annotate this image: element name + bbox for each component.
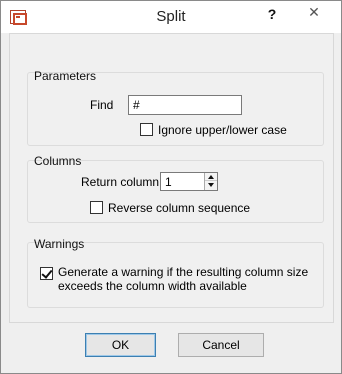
reverse-sequence-label[interactable]: Reverse column sequence <box>108 201 250 215</box>
warning-label-line1: Generate a warning if the resulting colu… <box>58 265 309 279</box>
split-dialog: Split ? ✕ Parameters Find # Ignore upper… <box>0 0 342 374</box>
reverse-sequence-checkbox[interactable] <box>90 201 103 214</box>
dialog-title: Split <box>156 8 186 25</box>
return-column-stepper[interactable]: 1 <box>160 172 218 191</box>
ignore-case-checkbox[interactable] <box>140 123 153 136</box>
return-column-label: Return column <box>81 175 160 189</box>
find-label: Find <box>90 98 114 112</box>
stepper-down-icon[interactable] <box>205 181 217 189</box>
find-input[interactable]: # <box>128 95 242 115</box>
warning-label[interactable]: Generate a warning if the resulting colu… <box>58 265 308 293</box>
warnings-group-label: Warnings <box>34 237 85 251</box>
close-button[interactable]: ✕ <box>291 2 337 22</box>
stepper-buttons <box>204 173 217 190</box>
return-column-value: 1 <box>165 175 172 189</box>
title-bar[interactable]: Split ? ✕ <box>1 1 341 33</box>
parameters-group-label: Parameters <box>34 69 97 83</box>
warning-label-line2: exceeds the column width available <box>58 279 247 293</box>
ok-button[interactable]: OK <box>85 333 156 357</box>
stepper-up-icon[interactable] <box>205 173 217 181</box>
cancel-button[interactable]: Cancel <box>178 333 264 357</box>
columns-group-label: Columns <box>34 154 82 168</box>
dialog-content: Parameters Find # Ignore upper/lower cas… <box>9 33 334 323</box>
help-button[interactable]: ? <box>264 5 280 25</box>
warning-checkbox[interactable] <box>40 267 53 280</box>
ignore-case-label[interactable]: Ignore upper/lower case <box>158 123 287 137</box>
